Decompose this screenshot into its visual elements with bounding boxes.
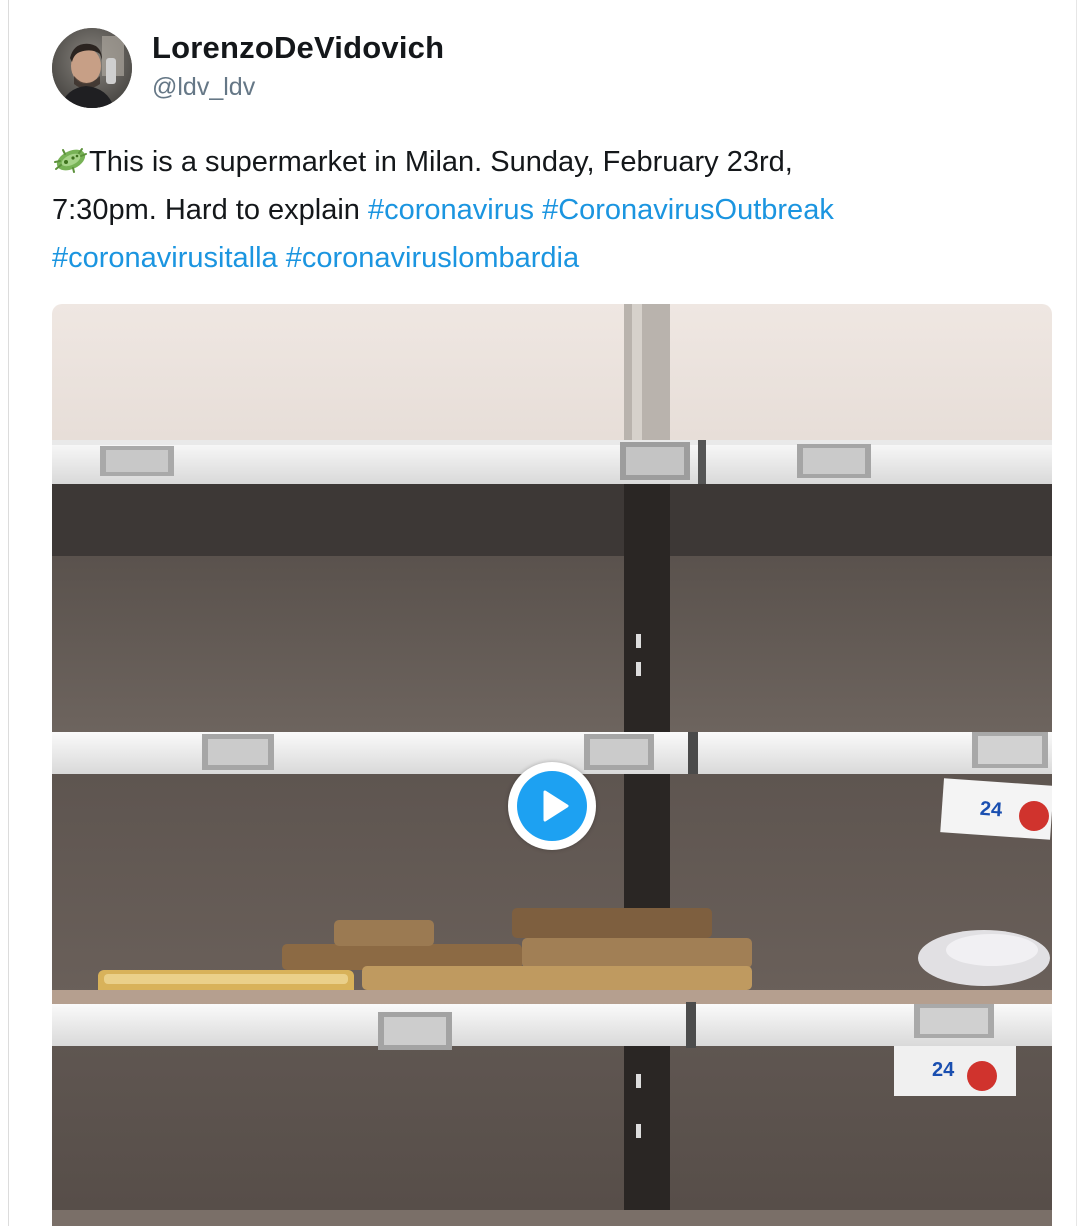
- tweet-text-time: 7:30pm. Hard to explain: [52, 194, 368, 226]
- tweet-card: LorenzoDeVidovich @ldv_ldv This is a sup…: [0, 0, 1080, 1226]
- hashtag-link[interactable]: #CoronavirusOutbreak: [542, 194, 834, 226]
- svg-text:24: 24: [932, 1059, 955, 1081]
- card-border-right: [1076, 0, 1077, 1226]
- user-avatar[interactable]: [52, 28, 132, 108]
- svg-text:24: 24: [979, 798, 1004, 822]
- tweet-text-line-2: 7:30pm. Hard to explain #coronavirus #Co…: [52, 186, 1042, 234]
- hashtag-link[interactable]: #coronavirus: [368, 194, 534, 226]
- tweet-text-sentence: This is a supermarket in Milan. Sunday, …: [89, 146, 793, 178]
- author-display-name[interactable]: LorenzoDeVidovich: [152, 30, 444, 66]
- video-play-button[interactable]: [508, 762, 596, 850]
- card-border-left: [8, 0, 9, 1226]
- tweet-text-line-3: #coronavirusitalla #coronaviruslombardia: [52, 234, 1042, 282]
- author-handle[interactable]: @ldv_ldv: [152, 73, 255, 102]
- avatar-image: [52, 28, 132, 108]
- microbe-emoji-icon: [54, 148, 87, 173]
- play-icon: [543, 790, 569, 822]
- hashtag-link[interactable]: #coronavirusitalla: [52, 242, 278, 274]
- hashtag-link[interactable]: #coronaviruslombardia: [286, 242, 579, 274]
- play-button-circle: [517, 771, 587, 841]
- tweet-text-line-1: This is a supermarket in Milan. Sunday, …: [52, 138, 1042, 186]
- tweet-text: This is a supermarket in Milan. Sunday, …: [52, 138, 1042, 282]
